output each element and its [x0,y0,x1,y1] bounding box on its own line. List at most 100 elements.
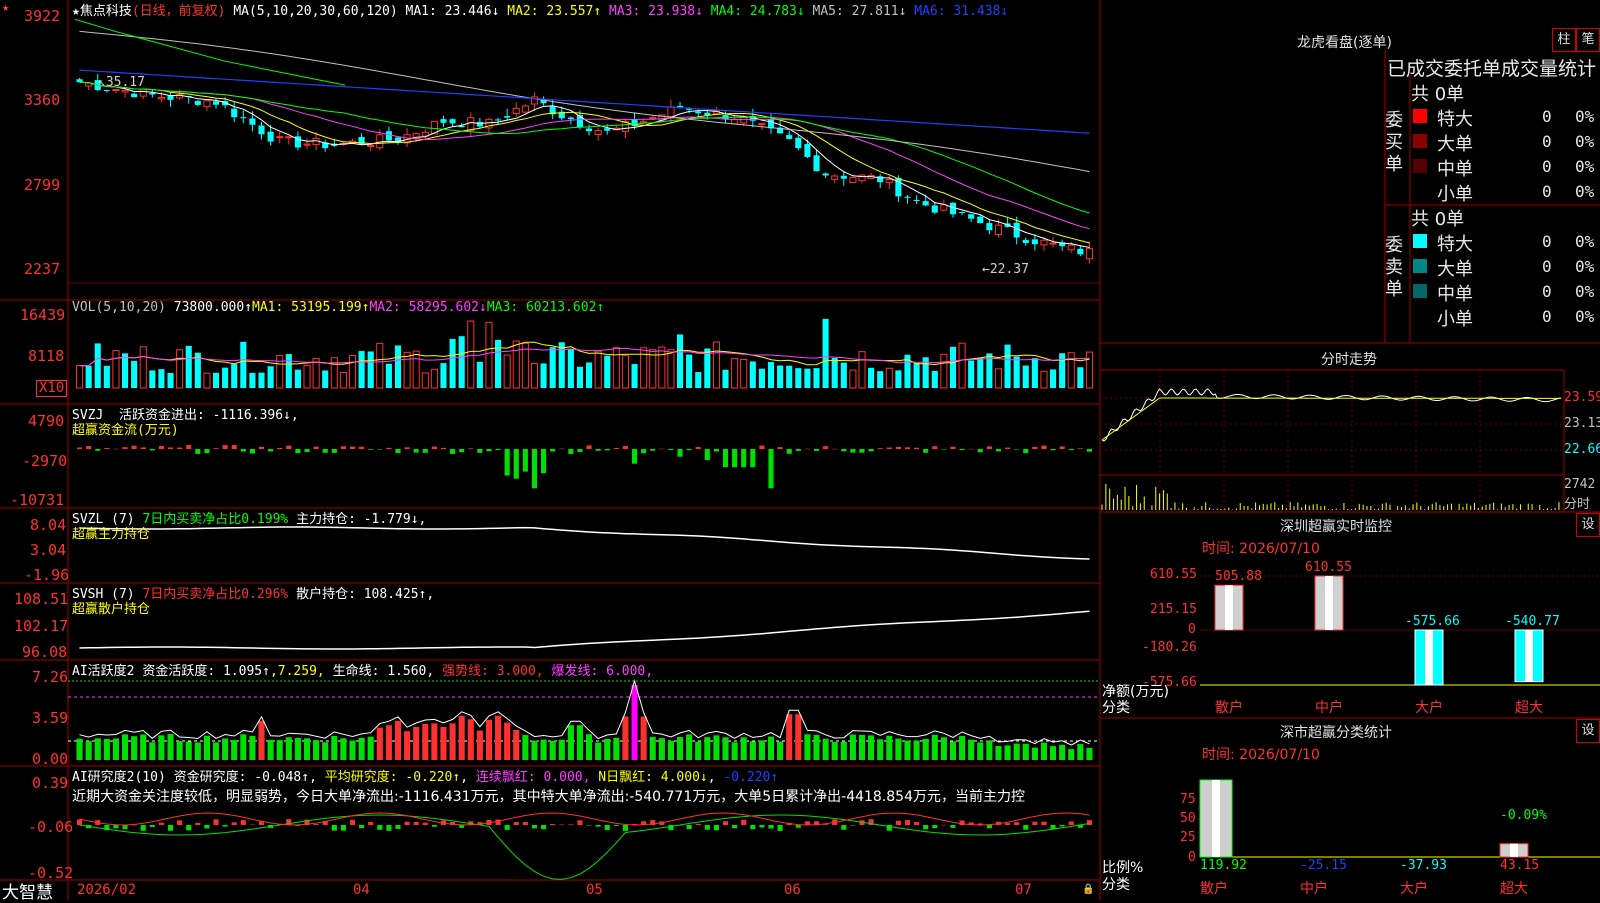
volume-bar-up [512,340,520,389]
intraday-avg-line [1101,397,1561,441]
svzj-bar-up [104,448,110,449]
ai1-bar [968,739,975,760]
intraday-axis-0: 23.59 [1564,390,1600,405]
ai2-bar-down [586,825,592,826]
ai2-bar-up [195,822,201,825]
candle-body-up [594,129,602,136]
ai1-bar [385,725,392,760]
svzj-bar-down [295,449,301,454]
svzj-bar-down [95,449,101,451]
period-label[interactable]: (日线，前复权) [132,4,226,19]
volume-bar-down [258,372,265,388]
szm-value-label: 505.88 [1215,569,1262,585]
svsh-hold: 散户持仓: 108.425↑, [296,587,435,602]
bar-view-button[interactable]: 柱 [1552,28,1576,52]
ai1-bar [576,725,583,760]
svzj-bar-down [513,449,519,479]
volume-bar-up [412,350,420,389]
app-logo[interactable]: 大智慧 [2,878,53,903]
sz-class-settings-button[interactable]: 设 [1576,719,1600,743]
ai2-bar-down [613,825,619,826]
ai2-bar-up [413,821,419,825]
stock-name[interactable]: 焦点科技 [80,4,132,19]
window-mark: ★ [2,0,10,14]
window-mark2: ★ [72,4,80,19]
svzj-bar-down [795,449,801,451]
price-low-label: ←22.37 [982,262,1029,277]
longhu-row-name: 特大 [1437,109,1473,130]
sz-monitor-settings-button[interactable]: 设 [1576,513,1600,537]
volume-bar-down [695,372,702,388]
volume-bar-up [303,364,311,389]
svzj-bar-up [932,446,938,449]
ai1-bar [1059,744,1066,760]
candle-body-up [849,177,857,183]
candle-body-up [521,105,529,113]
volume-bar-down [367,351,374,388]
tick-view-button[interactable]: 笔 [1576,28,1600,52]
candle-body-up [740,117,748,124]
volume-bar-up [994,368,1003,389]
szc-category-label: 中户 [1300,881,1328,897]
vol-unit-button[interactable]: X10 [36,380,68,397]
longhu-row-pct: 0% [1575,257,1595,276]
candle-body-down [249,118,256,125]
volume-bar-down [240,341,247,388]
svzj-bar-up [313,446,319,449]
ai1-bar [840,741,847,760]
intraday-title[interactable]: 分时走势 [1321,349,1377,369]
ai1-bar [767,736,775,760]
ai1-bar [158,735,165,760]
svzj-axis-2: -10731 [10,491,65,509]
ai1-bar [358,737,365,760]
svzj-subtitle: 超赢资金流(万元) [72,423,179,438]
ai2-bar-down [777,825,783,831]
ai1-bar [376,727,383,760]
volume-bar-up [176,349,184,389]
ma-line-3 [79,81,1090,230]
ai1-bar [267,739,274,760]
ai1-bar [185,741,192,760]
volume-bar-up [339,371,347,389]
volume-bar-down [285,354,292,388]
ai1-bar [313,740,320,760]
ai1-bar [813,734,820,760]
svzj-bar-down [577,449,583,452]
ai1-bar [94,738,101,760]
volume-bar-down [868,367,875,388]
ai1-bar [240,734,247,760]
ai1-axis-1: 3.59 [32,709,69,727]
svzj-bar-down [686,449,692,451]
sz-class-top-label: -0.09% [1500,808,1547,823]
date-label-2: 05 [586,882,603,898]
ai1-bar [504,722,511,760]
ai1-bar [222,738,229,760]
volume-bar-down [294,369,301,388]
svzj-bar-down [868,449,874,452]
candle-body-down [804,144,811,157]
ai1-v2: 7.259, [277,664,325,679]
svzj-bar-down [1086,449,1092,452]
ai1-bar [440,726,447,760]
ai1-bar [1013,743,1020,760]
lock-icon[interactable]: 🔒 [1082,884,1094,895]
ai1-bar [977,742,984,760]
candle-body-down [813,155,820,172]
svzj-bar-up [1077,448,1083,449]
candle-body-down [986,223,993,231]
svzl-axis-1: 3.04 [30,541,67,559]
candle-body-up [376,134,384,149]
ai2-bar-down [1023,825,1029,830]
ai1-bar [340,738,347,760]
ai1-bar [485,719,493,760]
vol-header: VOL(5,10,20) 73800.000↑MA1: 53195.199↑MA… [72,300,604,315]
ai2-bar-down [750,825,756,830]
ai1-bar [112,738,119,760]
candle-body-down [149,92,156,95]
buy-side-label: 委买单 [1385,110,1403,175]
vol-ma1: MA1: 53195.199↑ [252,300,370,315]
longhu-swatch [1413,259,1427,273]
svzl-hold: 主力持仓: -1.779↓, [296,512,427,527]
szc-category-label: 散户 [1200,881,1228,897]
ai2-avg: 平均研究度: -0.220↑ [324,770,461,785]
